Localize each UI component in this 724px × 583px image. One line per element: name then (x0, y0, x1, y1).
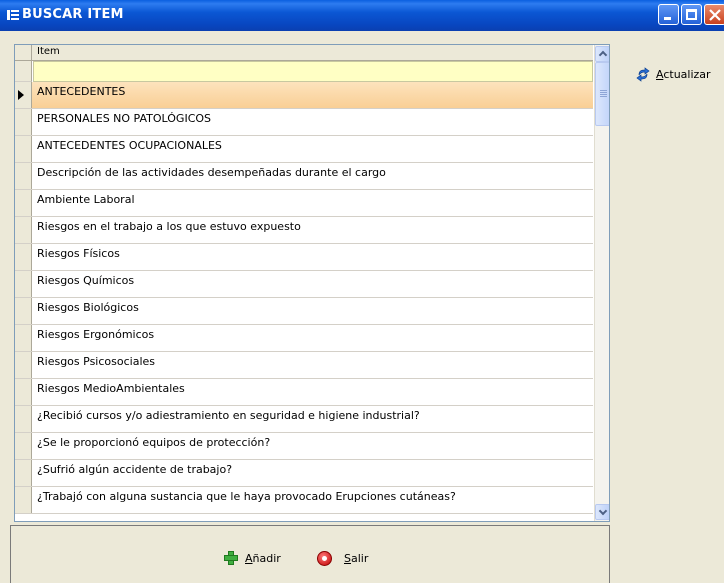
close-button[interactable] (704, 4, 724, 25)
filter-row-selector (15, 61, 32, 82)
row-selector[interactable] (15, 460, 32, 486)
items-grid[interactable]: Item ANTECEDENTES PERSONALES NO PATOLÓGIC… (14, 44, 610, 522)
exit-icon (317, 550, 332, 566)
table-row[interactable]: Riesgos Psicosociales (15, 352, 593, 379)
table-row[interactable]: ANTECEDENTES (15, 82, 593, 109)
refresh-label: Actualizar (656, 67, 711, 81)
row-item-text: Riesgos MedioAmbientales (37, 382, 185, 395)
maximize-icon (686, 9, 697, 20)
chevron-down-icon (598, 506, 608, 516)
add-button[interactable]: Añadir (223, 549, 281, 567)
table-row[interactable]: ¿Recibió cursos y/o adiestramiento en se… (15, 406, 593, 433)
row-item-text: Ambiente Laboral (37, 193, 135, 206)
exit-label: Salir (344, 551, 369, 565)
row-selector[interactable] (15, 190, 32, 216)
title-bar[interactable]: BUSCAR ITEM (0, 0, 724, 31)
row-item-text: ANTECEDENTES (37, 85, 126, 98)
row-item-text: Descripción de las actividades desempeña… (37, 166, 386, 179)
maximize-button[interactable] (681, 4, 702, 25)
refresh-button[interactable]: Actualizar (636, 66, 711, 82)
scroll-thumb[interactable] (595, 62, 609, 126)
vertical-scrollbar[interactable] (594, 45, 609, 521)
row-item-text: Riesgos en el trabajo a los que estuvo e… (37, 220, 301, 233)
bottom-panel (10, 525, 610, 583)
refresh-icon (636, 66, 650, 82)
table-row[interactable]: Riesgos Biológicos (15, 298, 593, 325)
table-row[interactable]: Descripción de las actividades desempeña… (15, 163, 593, 190)
table-row[interactable]: Riesgos MedioAmbientales (15, 379, 593, 406)
table-row[interactable]: Riesgos en el trabajo a los que estuvo e… (15, 217, 593, 244)
row-item-text: ¿Trabajó con alguna sustancia que le hay… (37, 490, 456, 503)
grid-rows: ANTECEDENTES PERSONALES NO PATOLÓGICOS ANT… (15, 82, 593, 514)
header-selector-cell (15, 45, 32, 60)
add-label: Añadir (245, 551, 281, 565)
row-item-text: Riesgos Biológicos (37, 301, 139, 314)
window-icon (7, 10, 19, 20)
filter-input[interactable] (33, 61, 593, 82)
row-selector[interactable] (15, 163, 32, 189)
plus-icon (223, 550, 239, 566)
row-selector[interactable] (15, 136, 32, 162)
table-row[interactable]: Riesgos Químicos (15, 271, 593, 298)
row-item-text: ANTECEDENTES OCUPACIONALES (37, 139, 222, 152)
row-selector[interactable] (15, 109, 32, 135)
row-item-text: ¿Recibió cursos y/o adiestramiento en se… (37, 409, 420, 422)
minimize-icon (664, 17, 671, 20)
row-selector[interactable] (15, 433, 32, 459)
table-row[interactable]: Riesgos Físicos (15, 244, 593, 271)
row-selector[interactable] (15, 325, 32, 351)
exit-button[interactable]: Salir (317, 549, 368, 567)
grid-header: Item (15, 45, 593, 61)
row-item-text: Riesgos Ergonómicos (37, 328, 155, 341)
table-row[interactable]: ¿Sufrió algún accidente de trabajo? (15, 460, 593, 487)
row-selector[interactable] (15, 82, 32, 108)
table-row[interactable]: ¿Trabajó con alguna sustancia que le hay… (15, 487, 593, 514)
row-selector[interactable] (15, 487, 32, 513)
current-row-pointer-icon (18, 90, 24, 100)
row-selector[interactable] (15, 271, 32, 297)
row-selector[interactable] (15, 379, 32, 405)
row-selector[interactable] (15, 244, 32, 270)
table-row[interactable]: ANTECEDENTES OCUPACIONALES (15, 136, 593, 163)
row-item-text: ¿Sufrió algún accidente de trabajo? (37, 463, 233, 476)
row-item-text: ¿Se le proporcionó equipos de protección… (37, 436, 271, 449)
minimize-button[interactable] (658, 4, 679, 25)
row-item-text: PERSONALES NO PATOLÓGICOS (37, 112, 212, 125)
row-item-text: Riesgos Químicos (37, 274, 135, 287)
row-selector[interactable] (15, 298, 32, 324)
window-title: BUSCAR ITEM (22, 7, 124, 22)
row-item-text: Riesgos Físicos (37, 247, 120, 260)
close-icon (709, 9, 721, 21)
column-header-item[interactable]: Item (37, 46, 60, 57)
chevron-up-icon (598, 50, 608, 60)
row-item-text: Riesgos Psicosociales (37, 355, 156, 368)
row-selector[interactable] (15, 217, 32, 243)
row-selector[interactable] (15, 406, 32, 432)
table-row[interactable]: Ambiente Laboral (15, 190, 593, 217)
table-row[interactable]: PERSONALES NO PATOLÓGICOS (15, 109, 593, 136)
row-selector[interactable] (15, 352, 32, 378)
scroll-down-button[interactable] (595, 504, 609, 520)
table-row[interactable]: Riesgos Ergonómicos (15, 325, 593, 352)
scroll-up-button[interactable] (595, 46, 609, 62)
table-row[interactable]: ¿Se le proporcionó equipos de protección… (15, 433, 593, 460)
filter-row (15, 61, 593, 82)
